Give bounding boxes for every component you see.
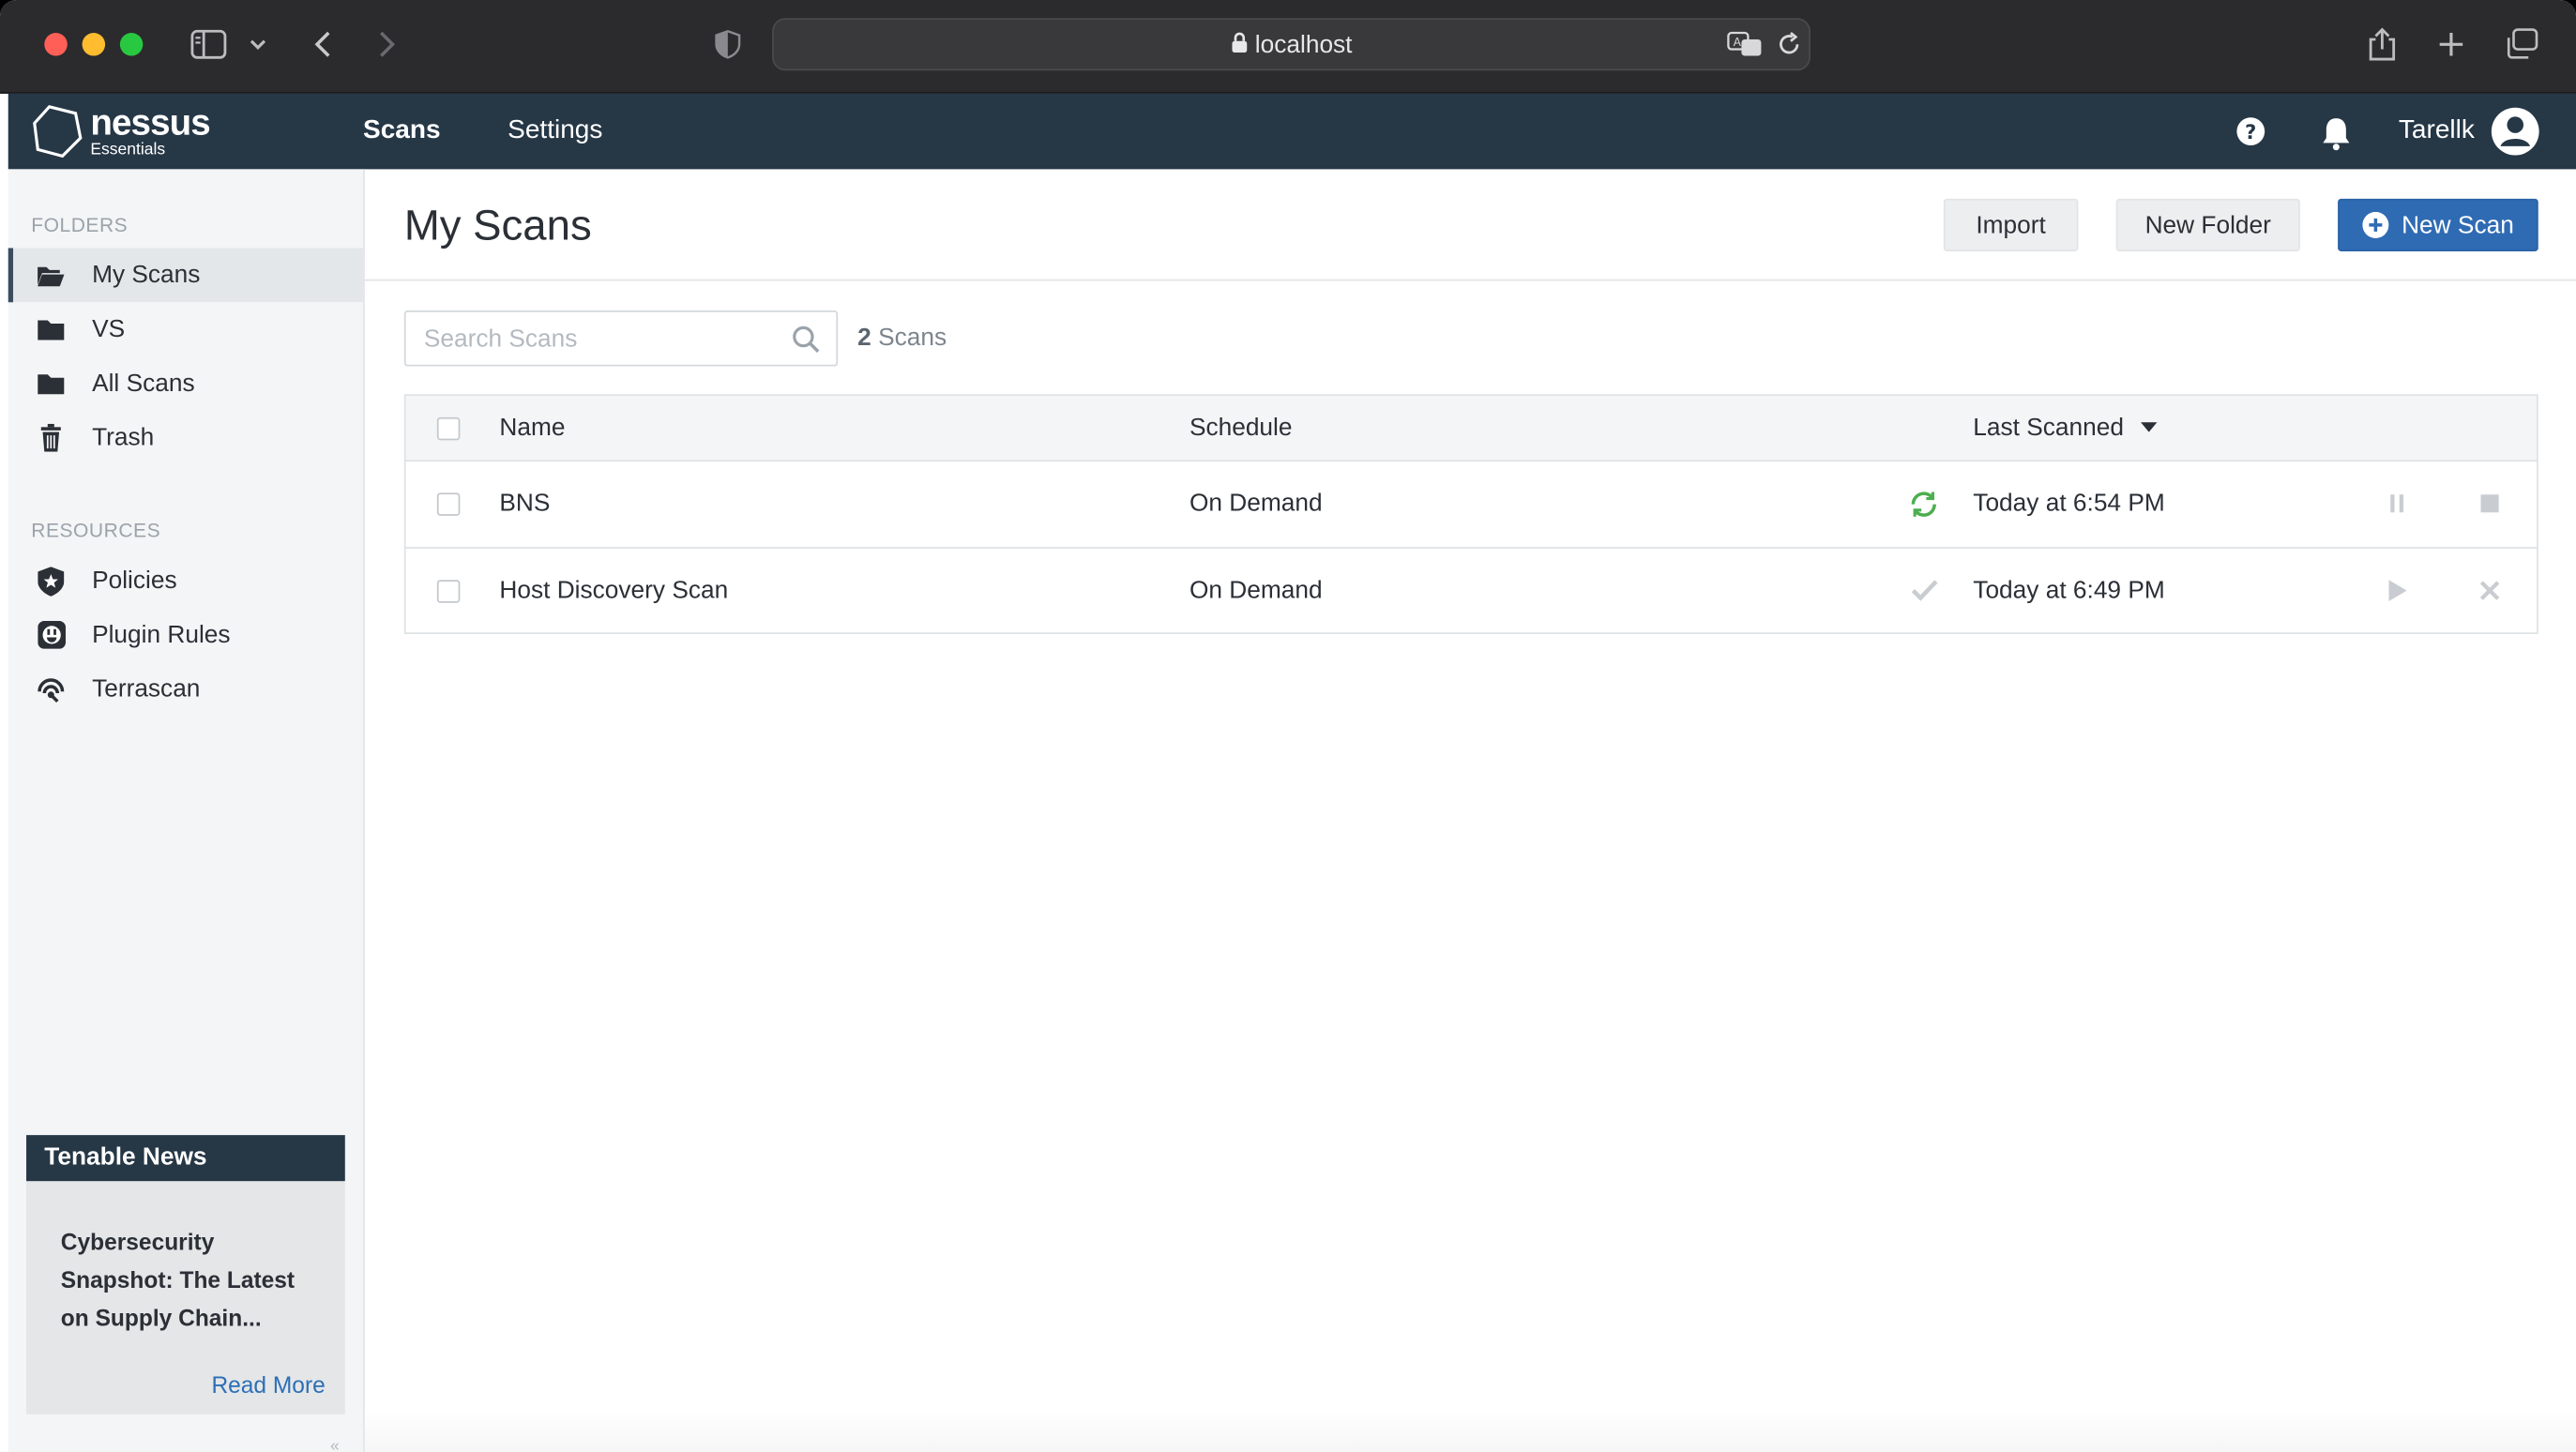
radar-icon: [37, 674, 67, 704]
scan-schedule: On Demand: [1189, 489, 1323, 518]
folder-open-icon: [37, 261, 67, 291]
brand-edition: Essentials: [90, 141, 166, 159]
trash-icon: [37, 423, 67, 453]
pause-icon[interactable]: [2390, 494, 2404, 513]
search-input[interactable]: Search Scans: [403, 310, 839, 367]
sidebar-item-terrascan[interactable]: Terrascan: [8, 662, 365, 717]
sidebar: FOLDERS My Scans VS All Scans Trash RESO…: [8, 169, 365, 1452]
nessus-logo-icon[interactable]: [31, 103, 83, 167]
scan-name[interactable]: Host Discovery Scan: [499, 577, 728, 605]
nav-scans[interactable]: Scans: [363, 116, 441, 146]
scan-last-scanned: Today at 6:54 PM: [1973, 489, 2165, 518]
table-row[interactable]: Host Discovery Scan On Demand Today at 6…: [405, 547, 2538, 632]
running-icon: [1909, 490, 1939, 520]
zoom-window-button[interactable]: [119, 33, 144, 56]
scan-count: 2 Scans: [857, 324, 947, 352]
user-avatar-icon[interactable]: [2491, 107, 2540, 164]
sidebar-item-all-scans[interactable]: All Scans: [8, 356, 365, 411]
sidebar-toggle-icon[interactable]: [190, 24, 227, 64]
sidebar-item-label: Policies: [92, 567, 177, 595]
tabs-overview-icon[interactable]: [2504, 24, 2540, 64]
column-last-scanned[interactable]: Last Scanned: [1973, 414, 2158, 443]
sidebar-item-label: All Scans: [92, 370, 195, 398]
play-icon[interactable]: [2388, 580, 2407, 601]
search-placeholder: Search Scans: [423, 325, 578, 354]
scan-count-label: Scans: [878, 324, 947, 352]
share-icon[interactable]: [2366, 24, 2399, 64]
sidebar-item-my-scans[interactable]: My Scans: [8, 248, 365, 303]
sidebar-item-label: Terrascan: [92, 674, 201, 703]
new-scan-label: New Scan: [2402, 211, 2514, 239]
collapse-sidebar-icon[interactable]: «: [330, 1437, 340, 1452]
row-checkbox[interactable]: [436, 492, 461, 516]
column-schedule[interactable]: Schedule: [1190, 414, 1293, 442]
column-last-scanned-label: Last Scanned: [1973, 414, 2124, 443]
sidebar-item-label: Trash: [92, 423, 155, 452]
sidebar-item-label: Plugin Rules: [92, 620, 231, 649]
plugin-icon: [37, 620, 67, 650]
brand-name[interactable]: nessus: [90, 102, 210, 145]
table-header: Name Schedule Last Scanned: [405, 396, 2538, 462]
delete-x-icon[interactable]: [2479, 580, 2501, 601]
back-icon[interactable]: [309, 24, 335, 64]
tenable-news-panel: Tenable News Cybersecurity Snapshot: The…: [26, 1135, 345, 1414]
table-row[interactable]: BNS On Demand Today at 6:54 PM: [406, 461, 2537, 547]
sidebar-item-policies[interactable]: Policies: [8, 553, 365, 608]
svg-text:?: ?: [2245, 120, 2256, 144]
header-divider: [364, 279, 2576, 281]
folder-icon: [37, 314, 67, 344]
page-title: My Scans: [403, 200, 592, 250]
sidebar-item-vs[interactable]: VS: [8, 302, 365, 356]
scans-table: Name Schedule Last Scanned BNS On Demand…: [403, 394, 2538, 635]
bottom-edge: [364, 1409, 2576, 1452]
column-name[interactable]: Name: [499, 414, 565, 442]
folders-section-title: FOLDERS: [31, 213, 129, 237]
shield-star-icon: [37, 566, 67, 596]
browser-toolbar: localhost A: [0, 0, 2576, 94]
row-checkbox[interactable]: [436, 580, 461, 603]
sidebar-item-label: My Scans: [92, 261, 201, 290]
reload-icon[interactable]: [1776, 31, 1802, 66]
scan-schedule: On Demand: [1189, 576, 1323, 605]
help-icon[interactable]: ?: [2236, 116, 2266, 154]
chevron-down-icon[interactable]: [248, 24, 267, 64]
search-icon[interactable]: [792, 325, 820, 362]
forward-icon[interactable]: [374, 24, 401, 64]
privacy-shield-icon[interactable]: [713, 24, 743, 64]
scan-name[interactable]: BNS: [499, 490, 550, 518]
sidebar-item-trash[interactable]: Trash: [8, 411, 365, 465]
sidebar-item-plugin-rules[interactable]: Plugin Rules: [8, 608, 365, 662]
svg-text:A: A: [1734, 36, 1742, 49]
close-window-button[interactable]: [44, 33, 68, 56]
sort-desc-icon: [2140, 422, 2158, 432]
app-window: localhost A nessus Essentials Scans Sett…: [0, 0, 2576, 1452]
translate-icon[interactable]: A: [1727, 30, 1764, 68]
scan-last-scanned: Today at 6:49 PM: [1973, 576, 2165, 605]
url-text: localhost: [774, 31, 1809, 59]
nav-settings[interactable]: Settings: [508, 116, 602, 146]
select-all-checkbox[interactable]: [436, 416, 461, 441]
app-header: nessus Essentials Scans Settings ? Tarel…: [8, 93, 2576, 170]
url-label: localhost: [1254, 31, 1353, 60]
scan-count-number: 2: [857, 324, 871, 352]
address-bar[interactable]: localhost A: [772, 18, 1811, 71]
new-scan-button[interactable]: New Scan: [2338, 198, 2538, 251]
news-headline[interactable]: Cybersecurity Snapshot: The Latest on Su…: [61, 1224, 324, 1338]
minimize-window-button[interactable]: [82, 33, 106, 56]
news-title: Tenable News: [26, 1135, 345, 1182]
stop-icon[interactable]: [2480, 494, 2499, 513]
bell-icon[interactable]: [2320, 115, 2353, 159]
lock-icon: [1232, 32, 1248, 53]
sidebar-item-label: VS: [92, 315, 126, 344]
plus-circle-icon: [2362, 211, 2389, 238]
resources-section-title: RESOURCES: [31, 519, 161, 542]
folder-icon: [37, 369, 67, 399]
new-folder-button[interactable]: New Folder: [2115, 198, 2300, 251]
import-button[interactable]: Import: [1943, 198, 2079, 251]
read-more-link[interactable]: Read More: [211, 1371, 325, 1398]
plus-icon[interactable]: [2434, 24, 2467, 64]
username[interactable]: Tarellk: [2399, 116, 2475, 146]
completed-check-icon: [1911, 578, 1939, 601]
